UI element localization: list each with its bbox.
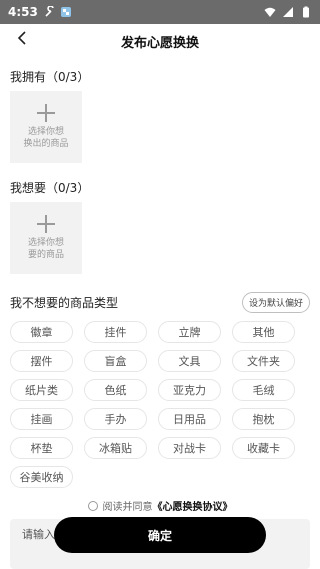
status-right-icons xyxy=(264,6,312,18)
type-tag[interactable]: 冰箱贴 xyxy=(84,437,147,459)
want-upload-text: 选择你想 要的商品 xyxy=(27,238,64,260)
type-tag[interactable]: 谷美收纳 xyxy=(10,466,73,488)
type-tag[interactable]: 色纸 xyxy=(84,379,147,401)
back-button[interactable] xyxy=(10,28,34,52)
type-tag[interactable]: 收藏卡 xyxy=(232,437,295,459)
type-tag[interactable]: 毛绒 xyxy=(232,379,295,401)
confirm-button[interactable]: 确定 xyxy=(54,517,266,553)
status-time: 4:53 xyxy=(8,5,38,19)
plus-icon xyxy=(37,104,55,122)
have-upload-text: 选择你想 换出的商品 xyxy=(23,127,69,149)
type-tag[interactable]: 挂画 xyxy=(10,408,73,430)
type-tag[interactable]: 手办 xyxy=(84,408,147,430)
type-tag[interactable]: 盲盒 xyxy=(84,350,147,372)
type-tag[interactable]: 文件夹 xyxy=(232,350,295,372)
unwanted-types-header: 我不想要的商品类型 设为默认偏好 xyxy=(0,292,320,313)
type-tag[interactable]: 亚克力 xyxy=(158,379,221,401)
want-section-label: 我想要（0/3） xyxy=(10,181,90,195)
have-upload-box[interactable]: 选择你想 换出的商品 xyxy=(10,91,82,163)
app-notification-icon xyxy=(60,6,72,18)
status-bar: 4:53 xyxy=(0,0,320,24)
unwanted-types-label: 我不想要的商品类型 xyxy=(10,296,119,310)
type-tag[interactable]: 摆件 xyxy=(10,350,73,372)
type-tag[interactable]: 徽章 xyxy=(10,321,73,343)
have-section-label: 我拥有（0/3） xyxy=(10,70,90,84)
signal-icon xyxy=(282,6,294,18)
agreement-link[interactable]: 《心愿换换协议》 xyxy=(153,498,233,513)
page-header: 发布心愿换换 xyxy=(0,24,320,58)
agreement-prefix: 阅读并同意 xyxy=(102,502,153,513)
battery-icon xyxy=(300,6,312,18)
type-tag[interactable]: 立牌 xyxy=(158,321,221,343)
unwanted-type-tags: 徽章 挂件 立牌 其他 摆件 盲盒 文具 文件夹 纸片类 色纸 亚克力 毛绒 挂… xyxy=(0,313,320,488)
type-tag[interactable]: 抱枕 xyxy=(232,408,295,430)
agreement-row: 阅读并同意 《心愿换换协议》 xyxy=(0,498,320,513)
type-tag[interactable]: 杯垫 xyxy=(10,437,73,459)
plus-icon xyxy=(37,215,55,233)
set-default-preference-button[interactable]: 设为默认偏好 xyxy=(241,292,310,313)
agreement-radio[interactable] xyxy=(87,500,98,511)
want-upload-box[interactable]: 选择你想 要的商品 xyxy=(10,202,82,274)
type-tag[interactable]: 挂件 xyxy=(84,321,147,343)
type-tag[interactable]: 纸片类 xyxy=(10,379,73,401)
status-left-icons xyxy=(44,5,72,18)
type-tag[interactable]: 日用品 xyxy=(158,408,221,430)
wifi-icon xyxy=(264,6,276,18)
page-title: 发布心愿换换 xyxy=(120,35,199,51)
type-tag[interactable]: 对战卡 xyxy=(158,437,221,459)
type-tag[interactable]: 其他 xyxy=(232,321,295,343)
type-tag[interactable]: 文具 xyxy=(158,350,221,372)
wrench-icon xyxy=(44,5,56,18)
chevron-left-icon xyxy=(16,30,28,50)
